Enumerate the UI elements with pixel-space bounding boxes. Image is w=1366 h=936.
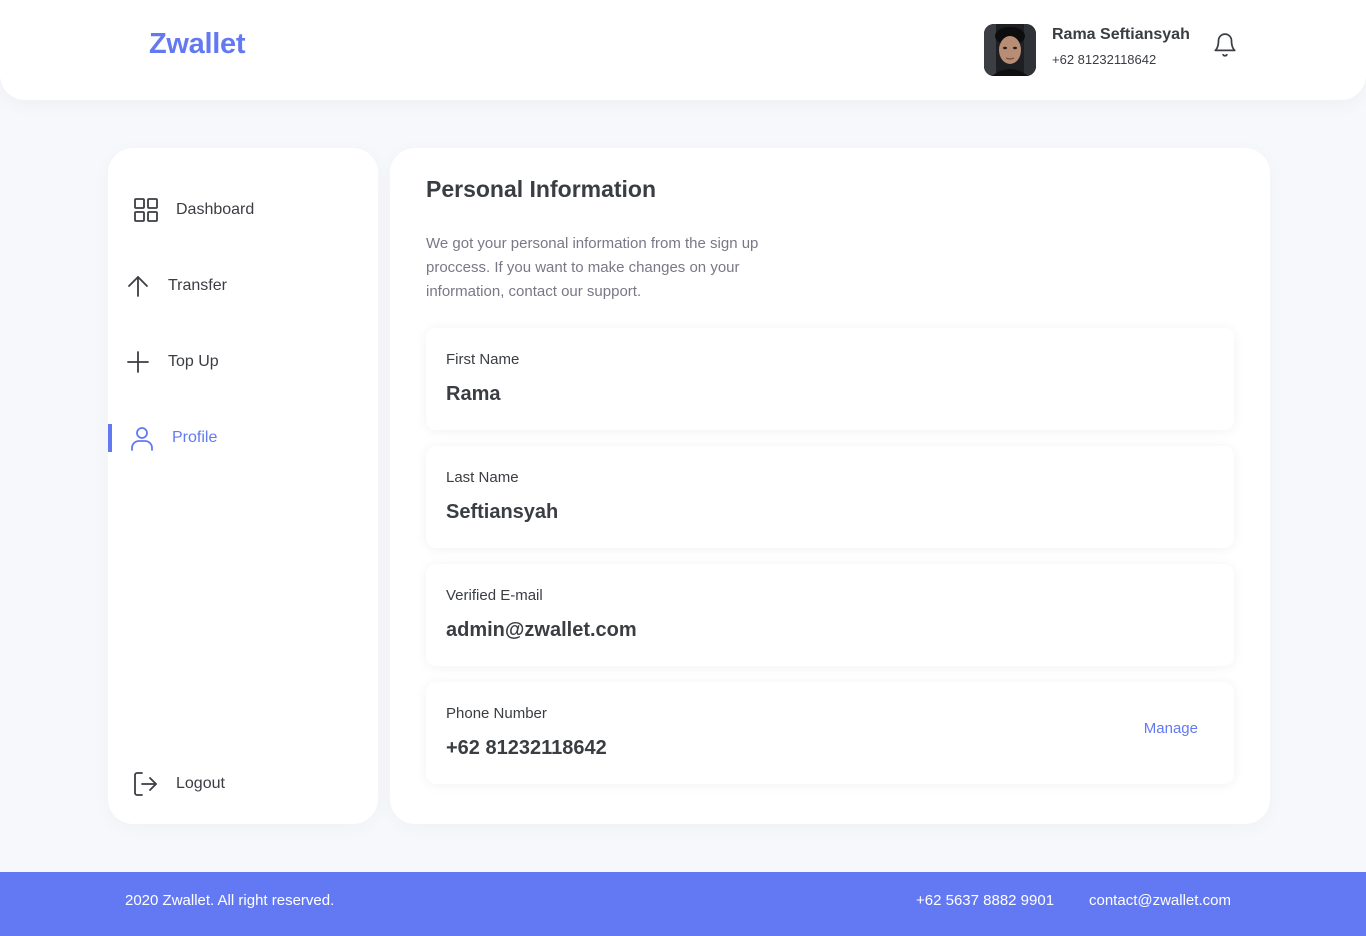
user-avatar-photo xyxy=(984,24,1036,76)
sidebar-item-dashboard[interactable]: Dashboard xyxy=(108,190,378,230)
field-value: Seftiansyah xyxy=(446,501,559,523)
field-value: admin@zwallet.com xyxy=(446,619,637,641)
sidebar-item-profile[interactable]: Profile xyxy=(108,418,378,458)
field-value: Rama xyxy=(446,383,501,405)
app-logo[interactable]: Zwallet xyxy=(149,28,246,61)
field-label: Phone Number xyxy=(446,705,547,722)
top-header: Zwallet Rama Seftiansyah +62 81232118642 xyxy=(0,0,1366,100)
first-name-card: First Name Rama xyxy=(426,328,1234,430)
personal-info-panel: Personal Information We got your persona… xyxy=(390,148,1270,824)
header-user-phone: +62 81232118642 xyxy=(1052,52,1157,67)
active-indicator xyxy=(108,424,112,452)
sidebar-item-label: Profile xyxy=(172,429,218,446)
logout-button[interactable]: Logout xyxy=(108,764,378,804)
footer: 2020 Zwallet. All right reserved. +62 56… xyxy=(0,872,1366,936)
bell-icon[interactable] xyxy=(1212,32,1238,58)
avatar[interactable] xyxy=(984,24,1036,76)
field-value: +62 81232118642 xyxy=(446,737,607,759)
page-description: We got your personal information from th… xyxy=(426,235,759,300)
arrow-up-icon xyxy=(124,272,152,300)
logout-icon xyxy=(132,770,160,798)
user-icon xyxy=(128,424,156,452)
header-user-name: Rama Seftiansyah xyxy=(1052,26,1190,43)
footer-copyright: 2020 Zwallet. All right reserved. xyxy=(125,892,335,909)
field-label: First Name xyxy=(446,351,520,368)
sidebar-item-label: Dashboard xyxy=(176,201,255,218)
field-label: Verified E-mail xyxy=(446,587,543,604)
field-label: Last Name xyxy=(446,469,519,486)
logout-label: Logout xyxy=(176,775,225,792)
email-card: Verified E-mail admin@zwallet.com xyxy=(426,564,1234,666)
sidebar-item-label: Transfer xyxy=(168,277,227,294)
last-name-card: Last Name Seftiansyah xyxy=(426,446,1234,548)
manage-phone-link[interactable]: Manage xyxy=(1144,720,1198,737)
sidebar: Dashboard Transfer Top Up Profile Logout xyxy=(108,148,378,824)
grid-icon xyxy=(132,196,160,224)
footer-email[interactable]: contact@zwallet.com xyxy=(1089,892,1231,909)
page-title: Personal Information xyxy=(426,176,657,202)
plus-icon xyxy=(124,348,152,376)
footer-phone[interactable]: +62 5637 8882 9901 xyxy=(916,892,1054,909)
sidebar-item-transfer[interactable]: Transfer xyxy=(108,266,378,306)
phone-number-card: Phone Number +62 81232118642 Manage xyxy=(426,682,1234,784)
sidebar-item-topup[interactable]: Top Up xyxy=(108,342,378,382)
sidebar-item-label: Top Up xyxy=(168,353,219,370)
